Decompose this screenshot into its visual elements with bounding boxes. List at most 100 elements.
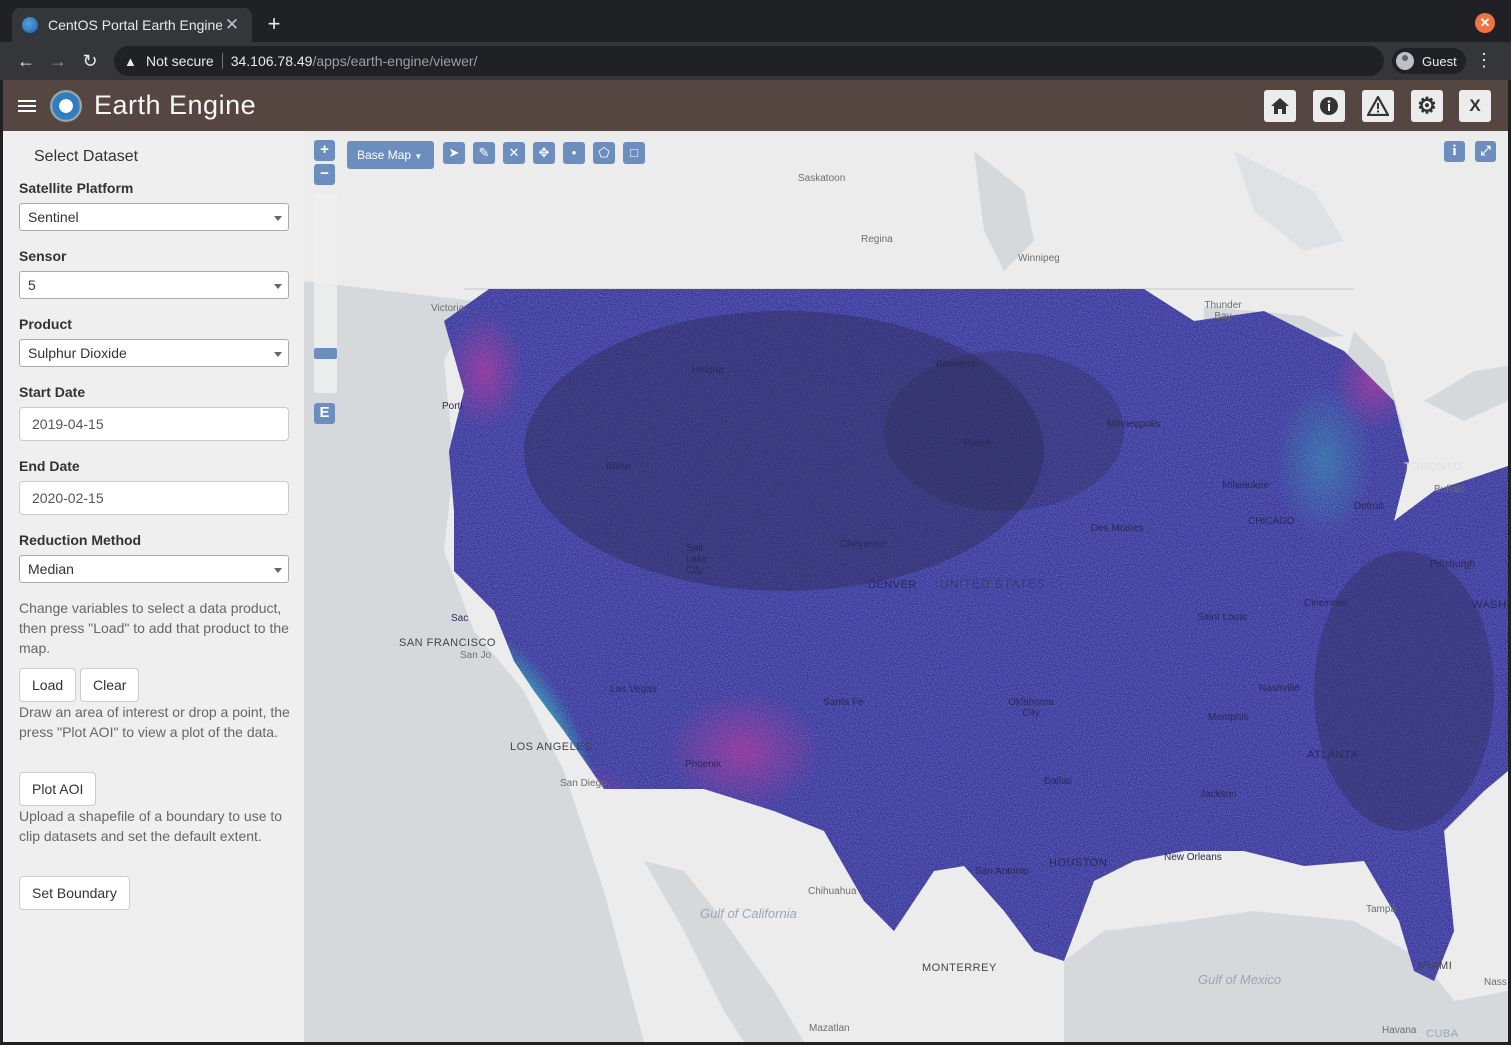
- home-button[interactable]: [1264, 90, 1296, 122]
- start-date-value: 2019-04-15: [32, 416, 104, 432]
- place-label: Mazatlan: [809, 1023, 850, 1034]
- info-button[interactable]: [1313, 90, 1345, 122]
- fullscreen-icon[interactable]: ⤢: [1475, 141, 1496, 162]
- water-label: Gulf of California: [700, 906, 797, 921]
- start-date-label: Start Date: [19, 384, 86, 400]
- end-date-input[interactable]: 2020-02-15: [19, 481, 289, 515]
- sidebar-title: Select Dataset: [34, 148, 139, 165]
- url-path: /apps/earth-engine/viewer/: [312, 53, 478, 69]
- place-label: Cincinnati: [1304, 598, 1348, 609]
- new-tab-icon[interactable]: +: [262, 12, 286, 36]
- draw-rectangle-icon[interactable]: □: [623, 142, 645, 164]
- avatar-icon: [1396, 52, 1414, 70]
- place-label: SAN FRANCISCO: [399, 637, 496, 649]
- place-label: Jackson: [1200, 789, 1237, 800]
- close-app-button[interactable]: X: [1459, 90, 1491, 122]
- end-date-value: 2020-02-15: [32, 490, 104, 506]
- app-header: Earth Engine ⚙ X: [3, 80, 1508, 131]
- place-label: Saskatoon: [798, 173, 846, 184]
- place-label: Sac: [451, 613, 469, 624]
- draw-polygon-icon[interactable]: ⬠: [593, 142, 615, 164]
- basemap-dropdown[interactable]: Base Map ▼: [347, 141, 434, 169]
- place-label: LOS ANGELES: [510, 741, 592, 753]
- place-label: DENVER: [868, 579, 917, 591]
- place-label: ATLANTA: [1307, 749, 1359, 761]
- place-label: MIAMI: [1418, 960, 1453, 972]
- map-viewer[interactable]: + − E Base Map ▼ ➤ ✎ ✕ ✥ • ⬠ □ i ⤢ Saska…: [304, 131, 1508, 1042]
- url-host: 34.106.78.49: [230, 53, 313, 69]
- hamburger-menu-icon[interactable]: [18, 97, 36, 115]
- reload-icon[interactable]: ↻: [79, 50, 101, 72]
- place-label: New Orleans: [1164, 852, 1222, 863]
- window-close-icon[interactable]: ✕: [1475, 13, 1495, 33]
- browser-tab[interactable]: CentOS Portal Earth Engine ✕: [12, 8, 252, 42]
- chevron-down-icon: [274, 284, 282, 289]
- address-bar[interactable]: ▲ Not secure 34.106.78.49 /apps/earth-en…: [114, 46, 1384, 76]
- move-icon[interactable]: ✥: [533, 142, 555, 164]
- load-help-text: Change variables to select a data produc…: [19, 600, 289, 656]
- zoom-slider-thumb[interactable]: [314, 348, 337, 359]
- place-label: Pittsburgh: [1430, 559, 1476, 570]
- zoom-slider[interactable]: [314, 193, 337, 393]
- delete-x-icon[interactable]: ✕: [503, 142, 525, 164]
- plot-aoi-button[interactable]: Plot AOI: [19, 772, 97, 806]
- country-label: UNITED STATES: [940, 577, 1046, 591]
- place-label: Las Vegas: [610, 684, 657, 695]
- info-icon: [1320, 97, 1338, 115]
- place-label: Santa Fe: [823, 697, 864, 708]
- place-label: Nass: [1484, 977, 1507, 988]
- globe-icon: [22, 17, 38, 33]
- gear-icon: ⚙: [1417, 93, 1437, 118]
- reduction-select[interactable]: Median: [19, 555, 289, 583]
- place-label: Winnipeg: [1018, 253, 1060, 264]
- load-button[interactable]: Load: [19, 668, 77, 702]
- end-date-label: End Date: [19, 458, 80, 474]
- browser-menu-icon[interactable]: ⋮: [1475, 50, 1493, 70]
- info-panel-button[interactable]: i: [1444, 141, 1465, 162]
- place-label: Tampa: [1366, 904, 1397, 915]
- clear-button[interactable]: Clear: [80, 668, 140, 702]
- reduction-value: Median: [28, 561, 74, 577]
- back-icon[interactable]: ←: [15, 50, 37, 72]
- basemap-label: Base Map: [357, 148, 412, 162]
- place-label: Pierre: [964, 438, 991, 449]
- place-label: Buffalo: [1434, 484, 1465, 495]
- warning-icon: ▲: [124, 53, 137, 69]
- sensor-select[interactable]: 5: [19, 271, 289, 299]
- pencil-icon[interactable]: ✎: [473, 142, 495, 164]
- place-label: WASHING: [1472, 599, 1508, 611]
- profile-button[interactable]: Guest: [1392, 48, 1466, 74]
- place-label: Des Moines: [1091, 523, 1144, 534]
- place-label: San Antonio: [975, 866, 1029, 877]
- alert-button[interactable]: [1362, 90, 1394, 122]
- sensor-value: 5: [28, 277, 36, 293]
- draw-point-icon[interactable]: •: [563, 142, 585, 164]
- place-label: Havana: [1382, 1025, 1417, 1036]
- platform-value: Sentinel: [28, 209, 79, 225]
- close-tab-icon[interactable]: ✕: [222, 15, 242, 35]
- product-select[interactable]: Sulphur Dioxide: [19, 339, 289, 367]
- place-label: Thunder Bay: [1204, 300, 1242, 322]
- zoom-in-button[interactable]: +: [314, 140, 335, 161]
- set-boundary-button[interactable]: Set Boundary: [19, 876, 130, 910]
- earth-engine-logo: [50, 89, 82, 122]
- app-title: Earth Engine: [94, 90, 257, 120]
- place-label: Boise: [606, 461, 632, 472]
- place-label: San Jo: [460, 650, 492, 661]
- plot-help-text: Draw an area of interest or drop a point…: [19, 704, 290, 740]
- place-label: Memphis: [1208, 712, 1249, 723]
- start-date-input[interactable]: 2019-04-15: [19, 407, 289, 441]
- place-label: MONTERREY: [922, 962, 997, 974]
- select-pointer-icon[interactable]: ➤: [443, 142, 465, 164]
- edit-button[interactable]: E: [314, 403, 335, 424]
- platform-select[interactable]: Sentinel: [19, 203, 289, 231]
- settings-button[interactable]: ⚙: [1411, 90, 1443, 122]
- zoom-out-button[interactable]: −: [314, 164, 335, 185]
- forward-icon[interactable]: →: [47, 50, 69, 72]
- place-label: Dallas: [1044, 776, 1072, 787]
- omnibox-divider: [221, 53, 223, 69]
- place-label: Victoria: [431, 303, 465, 314]
- security-label: Not secure: [146, 53, 214, 69]
- place-label: Portl: [442, 401, 463, 412]
- profile-label: Guest: [1422, 53, 1457, 69]
